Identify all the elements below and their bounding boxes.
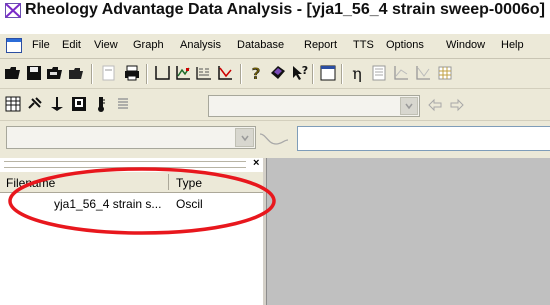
open-file-icon[interactable] bbox=[66, 63, 86, 83]
svg-text:?: ? bbox=[252, 64, 261, 82]
document-icon[interactable] bbox=[6, 38, 22, 53]
app-logo-icon bbox=[5, 3, 21, 18]
copy-graph-icon[interactable] bbox=[98, 63, 118, 83]
toolbar-separator bbox=[240, 64, 242, 84]
eta-icon[interactable]: η bbox=[347, 63, 367, 83]
table-icon[interactable] bbox=[3, 94, 23, 114]
list-icon[interactable] bbox=[113, 94, 133, 114]
graph-c-icon[interactable] bbox=[391, 63, 411, 83]
toolbar-separator bbox=[91, 64, 93, 84]
menu-window[interactable]: Window bbox=[446, 39, 485, 51]
help-icon[interactable]: ?? bbox=[246, 63, 266, 83]
secondary-toolbar bbox=[0, 89, 550, 121]
menu-analysis[interactable]: Analysis bbox=[180, 39, 221, 51]
expression-input[interactable] bbox=[297, 126, 550, 151]
graph-area[interactable] bbox=[266, 158, 550, 305]
arrow-right-icon[interactable] bbox=[447, 95, 467, 115]
print-icon[interactable] bbox=[122, 63, 142, 83]
toolbar-separator bbox=[341, 64, 343, 84]
thermometer-icon[interactable] bbox=[91, 94, 111, 114]
menu-database[interactable]: Database bbox=[237, 39, 284, 51]
chevron-down-icon[interactable] bbox=[400, 97, 418, 115]
menu-bar: File Edit View Graph Analysis Database R… bbox=[0, 34, 550, 59]
graph-d-icon[interactable] bbox=[413, 63, 433, 83]
variable-combo[interactable] bbox=[6, 126, 256, 149]
window-title: Rheology Advantage Data Analysis - [yja1… bbox=[25, 1, 545, 18]
menu-graph[interactable]: Graph bbox=[133, 39, 164, 51]
plug-icon[interactable] bbox=[25, 94, 45, 114]
window-icon[interactable] bbox=[318, 63, 338, 83]
menu-file[interactable]: File bbox=[32, 39, 50, 51]
arrow-left-icon[interactable] bbox=[425, 95, 445, 115]
save-disk-icon[interactable] bbox=[69, 94, 89, 114]
annotation-oval bbox=[8, 167, 276, 235]
open-data-icon[interactable] bbox=[45, 63, 65, 83]
graph-icon[interactable] bbox=[173, 63, 193, 83]
menu-view[interactable]: View bbox=[94, 39, 118, 51]
menu-help[interactable]: Help bbox=[501, 39, 524, 51]
svg-text:η: η bbox=[352, 64, 362, 82]
curve-icon[interactable] bbox=[258, 128, 290, 148]
data-table-icon[interactable] bbox=[369, 63, 389, 83]
third-toolbar bbox=[0, 121, 550, 158]
menu-edit[interactable]: Edit bbox=[62, 39, 81, 51]
menu-report[interactable]: Report bbox=[304, 39, 337, 51]
main-toolbar: ?? ? η bbox=[0, 59, 550, 89]
menu-tts[interactable]: TTS bbox=[353, 39, 374, 51]
blank-graph-icon[interactable] bbox=[152, 63, 172, 83]
graph-b-icon[interactable] bbox=[215, 63, 235, 83]
context-help-icon[interactable]: ? bbox=[290, 63, 310, 83]
toolbar-separator bbox=[312, 64, 314, 84]
menu-options[interactable]: Options bbox=[386, 39, 424, 51]
save-icon[interactable] bbox=[24, 63, 44, 83]
probe-icon[interactable] bbox=[47, 94, 67, 114]
toolbar-separator bbox=[146, 64, 148, 84]
title-bar: Rheology Advantage Data Analysis - [yja1… bbox=[0, 0, 550, 22]
book-icon[interactable] bbox=[268, 63, 288, 83]
open-folder-icon[interactable] bbox=[3, 63, 23, 83]
svg-text:?: ? bbox=[302, 64, 308, 77]
data-select-combo[interactable] bbox=[208, 95, 420, 117]
grid-icon[interactable] bbox=[435, 63, 455, 83]
chevron-down-icon[interactable] bbox=[235, 128, 254, 147]
tts-icon[interactable] bbox=[194, 63, 214, 83]
